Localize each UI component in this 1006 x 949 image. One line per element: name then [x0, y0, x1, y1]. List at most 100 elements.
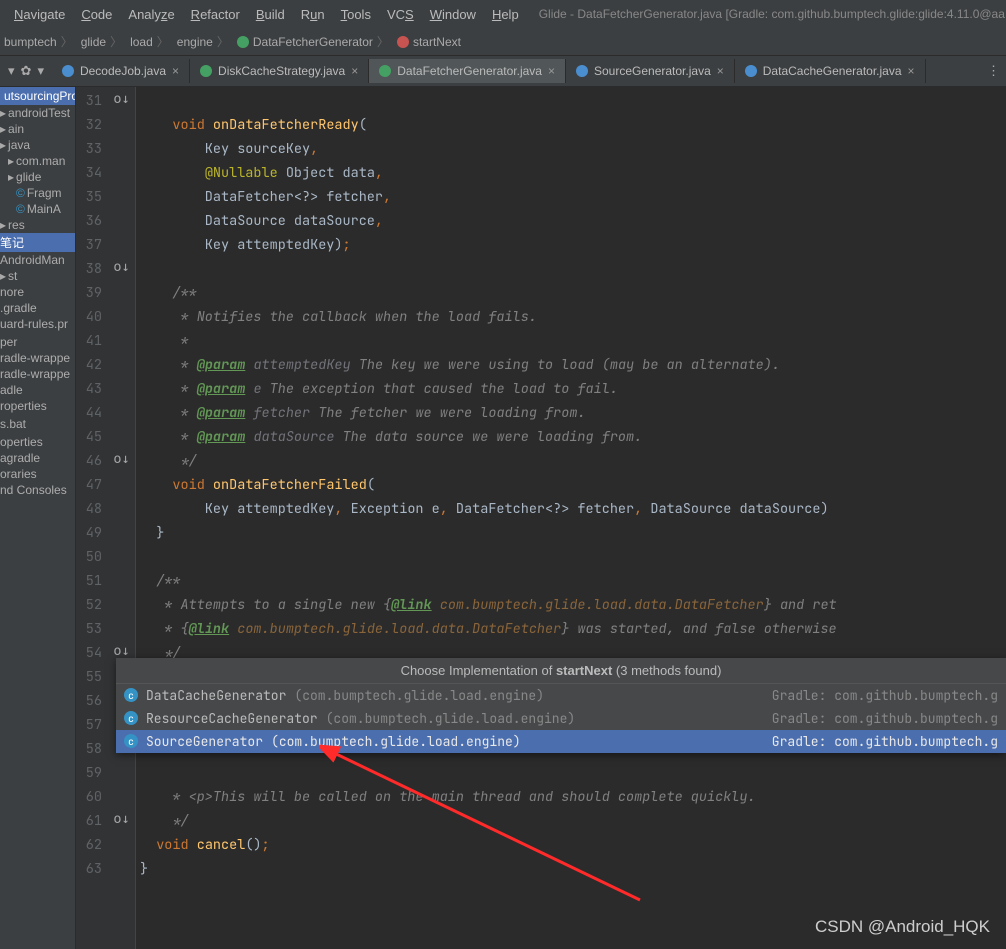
impl-class: SourceGenerator — [146, 733, 263, 750]
close-icon[interactable]: × — [172, 64, 179, 78]
close-icon[interactable]: × — [908, 64, 915, 78]
crumb-engine[interactable]: engine〉 — [177, 33, 233, 50]
gutter-marker[interactable] — [108, 111, 135, 135]
gutter-marker[interactable] — [108, 543, 135, 567]
project-sidebar[interactable]: utsourcingPro ▸androidTest▸ain▸java▸com.… — [0, 87, 76, 949]
crumb-load[interactable]: load〉 — [130, 33, 173, 50]
menu-vcs[interactable]: VCS — [381, 5, 420, 24]
gutter-marker[interactable] — [108, 567, 135, 591]
menu-code[interactable]: Code — [75, 5, 118, 24]
code-editor[interactable]: void onDataFetcherReady( Key sourceKey, … — [136, 87, 1006, 949]
menu-tools[interactable]: Tools — [335, 5, 377, 24]
gutter-marker[interactable] — [108, 135, 135, 159]
gutter-marker[interactable] — [108, 471, 135, 495]
sidebar-item-13[interactable]: uard-rules.pr — [0, 316, 75, 332]
menu-navigate[interactable]: Navigate — [8, 5, 71, 24]
gutter-marker[interactable] — [108, 399, 135, 423]
impl-row-2[interactable]: cSourceGenerator (com.bumptech.glide.loa… — [116, 730, 1006, 753]
watermark: CSDN @Android_HQK — [815, 917, 990, 937]
editor-tab-2[interactable]: DataFetcherGenerator.java× — [369, 59, 566, 83]
overflow-icon[interactable]: ⋮ — [981, 63, 1006, 79]
gutter-marker[interactable] — [108, 495, 135, 519]
line-number: 45 — [76, 425, 108, 449]
sidebar-item-17[interactable]: radle-wrappe — [0, 366, 75, 382]
sidebar-item-8[interactable]: 笔记 — [0, 233, 75, 252]
sidebar-label: roperties — [0, 399, 47, 413]
sidebar-item-0[interactable]: ▸androidTest — [0, 105, 75, 121]
sidebar-item-5[interactable]: ©Fragm — [0, 185, 75, 201]
sidebar-item-7[interactable]: ▸res — [0, 217, 75, 233]
sidebar-item-23[interactable]: operties — [0, 434, 75, 450]
gutter-marker[interactable] — [108, 783, 135, 807]
gutter-marker[interactable] — [108, 831, 135, 855]
gutter-marker[interactable] — [108, 231, 135, 255]
gutter-marker[interactable]: o↓ — [108, 255, 135, 279]
editor-tab-4[interactable]: DataCacheGenerator.java× — [735, 59, 926, 83]
gutter-marker[interactable] — [108, 519, 135, 543]
menu-window[interactable]: Window — [424, 5, 482, 24]
line-number: 39 — [76, 281, 108, 305]
sidebar-item-12[interactable]: .gradle — [0, 300, 75, 316]
sidebar-item-11[interactable]: nore — [0, 284, 75, 300]
editor-tab-0[interactable]: DecodeJob.java× — [52, 59, 190, 83]
line-number: 60 — [76, 785, 108, 809]
crumb-bumptech[interactable]: bumptech〉 — [4, 33, 77, 50]
sidebar-item-10[interactable]: ▸st — [0, 268, 75, 284]
line-gutter: 3132333435363738394041424344454647484950… — [76, 87, 108, 949]
menu-help[interactable]: Help — [486, 5, 525, 24]
close-icon[interactable]: × — [548, 64, 555, 78]
gear-icon[interactable]: ✿ — [21, 63, 32, 79]
menu-refactor[interactable]: Refactor — [185, 5, 246, 24]
marker-gutter[interactable]: o↓ o↓ o↓ o↓ o↓ — [108, 87, 136, 949]
crumb-class[interactable]: DataFetcherGenerator〉 — [237, 33, 393, 50]
gutter-marker[interactable]: o↓ — [108, 807, 135, 831]
impl-row-1[interactable]: cResourceCacheGenerator (com.bumptech.gl… — [116, 707, 1006, 730]
sidebar-item-24[interactable]: agradle — [0, 450, 75, 466]
gutter-marker[interactable] — [108, 279, 135, 303]
dropdown-icon[interactable]: ▾ — [8, 63, 15, 79]
sidebar-item-18[interactable]: adle — [0, 382, 75, 398]
menu-analyze[interactable]: Analyze — [122, 5, 180, 24]
sidebar-item-2[interactable]: ▸java — [0, 137, 75, 153]
sidebar-item-6[interactable]: ©MainA — [0, 201, 75, 217]
sidebar-label: glide — [16, 170, 41, 184]
impl-row-0[interactable]: cDataCacheGenerator (com.bumptech.glide.… — [116, 684, 1006, 707]
gutter-marker[interactable] — [108, 423, 135, 447]
gutter-marker[interactable] — [108, 591, 135, 615]
gutter-marker[interactable]: o↓ — [108, 87, 135, 111]
sidebar-item-15[interactable]: per — [0, 334, 75, 350]
sidebar-item-9[interactable]: AndroidMan — [0, 252, 75, 268]
sidebar-item-16[interactable]: radle-wrappe — [0, 350, 75, 366]
gutter-marker[interactable] — [108, 327, 135, 351]
gutter-marker[interactable] — [108, 759, 135, 783]
editor-tab-3[interactable]: SourceGenerator.java× — [566, 59, 735, 83]
gutter-marker[interactable] — [108, 855, 135, 879]
crumb-method[interactable]: startNext — [397, 35, 461, 49]
sidebar-item-25[interactable]: oraries — [0, 466, 75, 482]
gutter-marker[interactable] — [108, 375, 135, 399]
gutter-marker[interactable] — [108, 207, 135, 231]
crumb-glide[interactable]: glide〉 — [81, 33, 126, 50]
menu-build[interactable]: Build — [250, 5, 291, 24]
gutter-marker[interactable]: o↓ — [108, 447, 135, 471]
gutter-marker[interactable] — [108, 159, 135, 183]
close-icon[interactable]: × — [717, 64, 724, 78]
sidebar-item-21[interactable]: s.bat — [0, 416, 75, 432]
editor-tab-1[interactable]: DiskCacheStrategy.java× — [190, 59, 369, 83]
gutter-marker[interactable] — [108, 615, 135, 639]
sidebar-item-3[interactable]: ▸com.man — [0, 153, 75, 169]
sidebar-item-26[interactable]: nd Consoles — [0, 482, 75, 498]
sidebar-top[interactable]: utsourcingPro — [0, 87, 75, 105]
sidebar-item-1[interactable]: ▸ain — [0, 121, 75, 137]
menu-run[interactable]: Run — [295, 5, 331, 24]
line-number: 59 — [76, 761, 108, 785]
sidebar-item-4[interactable]: ▸glide — [0, 169, 75, 185]
gutter-marker[interactable] — [108, 183, 135, 207]
close-icon[interactable]: × — [351, 64, 358, 78]
sidebar-label: radle-wrappe — [0, 367, 70, 381]
gutter-marker[interactable] — [108, 351, 135, 375]
gutter-marker[interactable] — [108, 303, 135, 327]
line-number: 42 — [76, 353, 108, 377]
sidebar-item-19[interactable]: roperties — [0, 398, 75, 414]
sidebar-label: res — [8, 218, 25, 232]
